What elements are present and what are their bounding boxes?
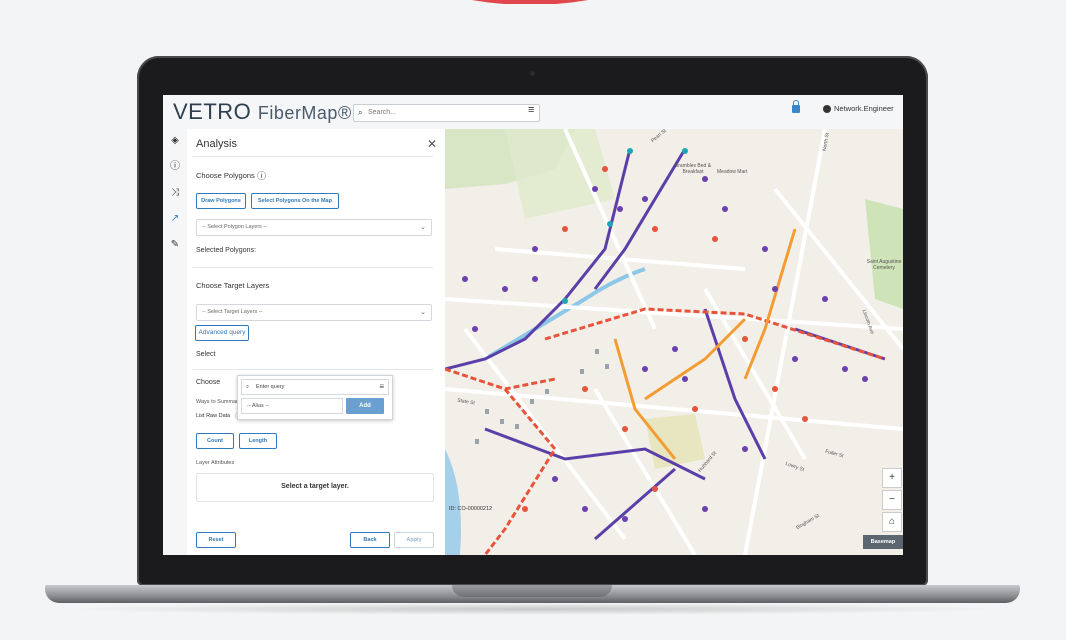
apply-button[interactable]: Apply: [394, 532, 434, 548]
search-icon: ⌕: [358, 108, 363, 117]
poi-label: Brambles Bed & Breakfast: [674, 163, 712, 175]
selected-polygons-label: Selected Polygons:: [196, 247, 256, 254]
divider: [193, 156, 433, 157]
info-icon[interactable]: ⓘ: [169, 161, 181, 173]
count-button[interactable]: Count: [196, 433, 234, 449]
panel-title: Analysis: [196, 138, 237, 150]
back-button[interactable]: Back: [350, 532, 390, 548]
measure-icon[interactable]: ✎: [169, 239, 181, 251]
divider: [193, 267, 433, 268]
reset-button[interactable]: Reset: [196, 532, 236, 548]
choose-polygons-label: Choose Polygons: [196, 171, 255, 180]
poi-label: Saint Augustine Cemetery: [866, 259, 902, 271]
app-screen: VETRO FiberMap® ⌕ Search... ≡ Network.En…: [163, 95, 903, 555]
poi-label: Meadow Mart: [717, 169, 748, 175]
menu-icon[interactable]: ≡: [528, 104, 534, 116]
zoom-in-button[interactable]: +: [882, 468, 902, 488]
analysis-panel: Analysis ✕ Choose Polygons ⓘ Draw Polygo…: [187, 129, 446, 555]
choose-label: Choose: [196, 379, 221, 386]
menu-icon: ≡: [379, 382, 384, 391]
search-icon: ⌕: [246, 384, 250, 390]
target-layers-select[interactable]: -- Select Target Layers -- ⌄: [196, 304, 432, 321]
add-button[interactable]: Add: [346, 398, 384, 414]
select-label: Select: [196, 351, 216, 358]
close-icon[interactable]: ✕: [427, 137, 437, 151]
icon-sidebar: ◈ ⓘ ⤨ ↗ ✎: [163, 129, 188, 555]
laptop-notch: [452, 585, 612, 597]
route-icon[interactable]: ⤨: [169, 187, 181, 199]
chevron-down-icon: ⌄: [420, 309, 426, 316]
info-icon[interactable]: ⓘ: [257, 169, 266, 182]
layer-attributes-label: Layer Attributes: [196, 460, 235, 466]
map-canvas: [445, 129, 903, 555]
laptop-shadow: [60, 603, 1005, 615]
app-logo: VETRO FiberMap®: [173, 99, 352, 124]
lock-icon[interactable]: [792, 100, 800, 113]
basemap-button[interactable]: Basemap: [863, 535, 903, 549]
choose-target-layers-label: Choose Target Layers: [196, 281, 270, 290]
advanced-query-popup: ⌕ Enter query ≡ -- Alias -- Add: [237, 375, 393, 420]
search-input[interactable]: ⌕ Search...: [353, 104, 540, 122]
length-button[interactable]: Length: [239, 433, 277, 449]
layer-attributes-box: Select a target layer.: [196, 473, 434, 502]
top-bar: VETRO FiberMap® ⌕ Search... ≡ Network.En…: [163, 95, 903, 130]
select-polygons-on-map-button[interactable]: Select Polygons On the Map: [251, 193, 339, 209]
chevron-down-icon: ⌄: [420, 224, 426, 231]
alias-input[interactable]: -- Alias --: [241, 398, 343, 414]
user-icon: [823, 105, 831, 114]
query-input[interactable]: ⌕ Enter query ≡: [241, 379, 389, 395]
map-view[interactable]: Pearl St North St Brambles Bed & Breakfa…: [445, 129, 903, 555]
user-menu[interactable]: Network.Engineer: [823, 104, 894, 114]
draw-polygons-button[interactable]: Draw Polygons: [196, 193, 246, 209]
polygon-layers-select[interactable]: -- Select Polygon Layers -- ⌄: [196, 219, 432, 236]
zoom-out-button[interactable]: −: [882, 490, 902, 510]
divider: [193, 369, 433, 370]
map-id-label: ID: CO-00000212: [449, 506, 493, 512]
webcam: [530, 71, 535, 76]
advanced-query-button[interactable]: Advanced query: [195, 325, 249, 341]
list-raw-data-label: List Raw Data: [196, 413, 231, 419]
analysis-icon[interactable]: ↗: [169, 213, 181, 225]
decorative-arc: [472, 0, 588, 4]
home-icon[interactable]: ⌂: [882, 512, 902, 532]
layers-icon[interactable]: ◈: [169, 135, 181, 147]
